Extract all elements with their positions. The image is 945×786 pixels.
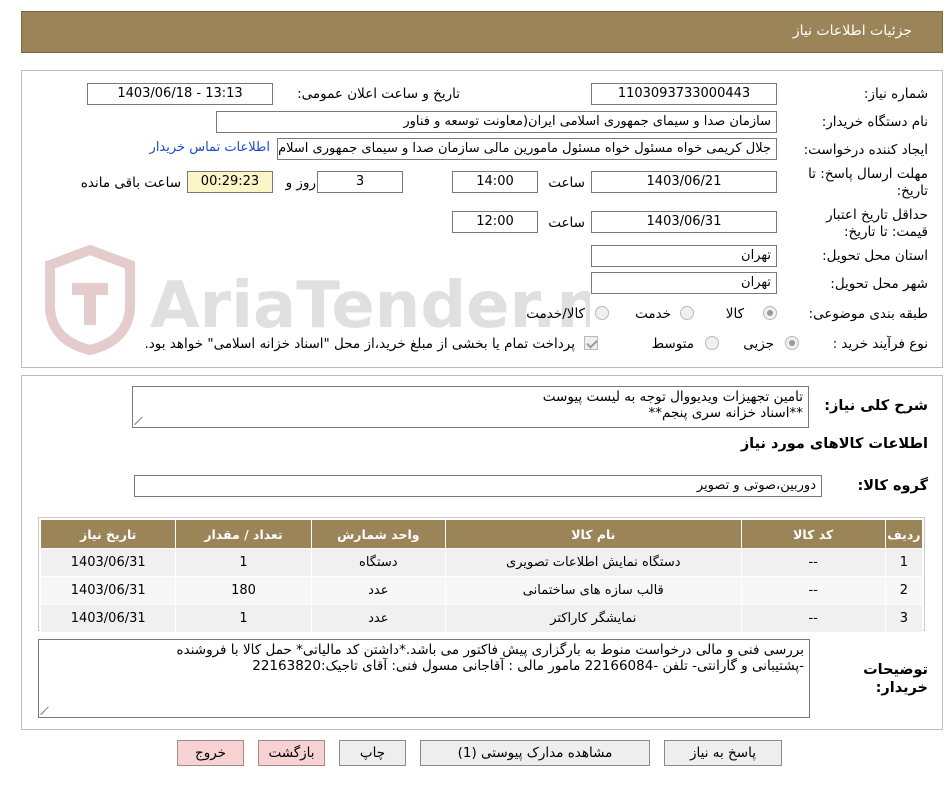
treasury-payment-note: پرداخت تمام یا بخشی از مبلغ خرید،از محل … [144, 336, 575, 352]
deadline-time-label: ساعت [548, 175, 585, 191]
table-row: 2 -- قالب سازه های ساختمانی عدد 180 1403… [39, 576, 924, 605]
validity-label-2: قیمت: تا تاریخ: [844, 224, 928, 240]
item-need-date: 1403/06/31 [39, 604, 177, 633]
buyer-notes-line-1: بررسی فنی و مالی درخواست منوط به بارگزار… [176, 642, 804, 658]
print-button[interactable]: چاپ [339, 740, 406, 766]
city-field: تهران [591, 272, 777, 294]
items-table-header: ردیف کد کالا نام کالا واحد شمارش تعداد /… [39, 519, 924, 549]
item-code: -- [740, 576, 886, 605]
announce-date-label: تاریخ و ساعت اعلان عمومی: [297, 86, 460, 102]
buyer-notes-line-2: -پشتیبانی و گارانتی- تلفن -22166084 مامو… [252, 658, 804, 674]
item-code: -- [740, 548, 886, 577]
purchase-option-small: جزیی [743, 336, 774, 352]
remaining-time-label: ساعت باقی مانده [80, 175, 181, 191]
summary-label: شرح کلی نیاز: [824, 398, 928, 414]
row-number: 3 [884, 604, 924, 633]
item-name: نمایشگر کاراکتر [444, 604, 742, 633]
city-label: شهر محل تحویل: [830, 276, 928, 292]
buyer-org-field: سازمان صدا و سیمای جمهوری اسلامی ایران(م… [216, 111, 777, 133]
col-quantity: تعداد / مقدار [175, 519, 312, 549]
deadline-time-field: 14:00 [452, 171, 538, 193]
buyer-contact-link[interactable]: اطلاعات تماس خریدار [150, 140, 270, 155]
province-label: استان محل تحویل: [822, 248, 928, 264]
deadline-label-1: مهلت ارسال پاسخ: تا [808, 166, 928, 182]
item-need-date: 1403/06/31 [39, 548, 177, 577]
resize-grip-icon[interactable] [41, 707, 49, 715]
validity-label-1: حداقل تاریخ اعتبار [826, 207, 928, 223]
category-label: طبقه بندی موضوعی: [808, 306, 928, 322]
deadline-days-field: 3 [317, 171, 403, 193]
buyer-notes-label-2: خریدار: [875, 680, 928, 696]
deadline-label-2: تاریخ: [896, 183, 928, 199]
row-number: 2 [884, 576, 924, 605]
category-radio-service[interactable] [680, 306, 694, 320]
items-table: ردیف کد کالا نام کالا واحد شمارش تعداد /… [39, 519, 924, 633]
validity-time-field: 12:00 [452, 211, 538, 233]
need-number-field: 1103093733000443 [591, 83, 777, 105]
goods-group-field: دوربین،صوتی و تصویر [134, 475, 822, 497]
page-header: جزئیات اطلاعات نیاز [21, 11, 943, 53]
need-number-label: شماره نیاز: [863, 86, 928, 102]
deadline-days-label: روز و [285, 175, 316, 191]
col-item-code: کد کالا [740, 519, 886, 549]
item-code: -- [740, 604, 886, 633]
deadline-date-field: 1403/06/21 [591, 171, 777, 193]
category-option-goods-service: کالا/خدمت [526, 306, 585, 322]
item-unit: عدد [310, 604, 446, 633]
row-number: 1 [884, 548, 924, 577]
remaining-time-field: 00:29:23 [187, 171, 273, 193]
resize-grip-icon[interactable] [135, 417, 143, 425]
back-button[interactable]: بازگشت [258, 740, 325, 766]
category-radio-goods-service[interactable] [595, 306, 609, 320]
item-unit: دستگاه [310, 548, 446, 577]
page-title: جزئیات اطلاعات نیاز [792, 23, 912, 39]
exit-button[interactable]: خروج [177, 740, 244, 766]
item-name: قالب سازه های ساختمانی [444, 576, 742, 605]
category-radio-goods[interactable] [763, 306, 777, 320]
goods-group-label: گروه کالا: [857, 478, 928, 494]
validity-date-field: 1403/06/31 [591, 211, 777, 233]
item-unit: عدد [310, 576, 446, 605]
view-attachments-button[interactable]: مشاهده مدارک پیوستی (1) [420, 740, 650, 766]
purchase-radio-small[interactable] [785, 336, 799, 350]
buyer-org-label: نام دستگاه خریدار: [821, 114, 928, 130]
col-item-name: نام کالا [444, 519, 742, 549]
table-row: 3 -- نمایشگر کاراکتر عدد 1 1403/06/31 [39, 604, 924, 633]
item-quantity: 180 [175, 576, 312, 605]
requester-label: ایجاد کننده درخواست: [803, 142, 928, 158]
summary-line-2: **اسناد خزانه سری پنجم** [648, 405, 803, 421]
col-row-number: ردیف [884, 519, 924, 549]
summary-line-1: تامین تجهیزات ویدیووال توجه به لیست پیوس… [542, 389, 803, 405]
reply-button[interactable]: پاسخ به نیاز [664, 740, 782, 766]
treasury-payment-checkbox[interactable] [584, 336, 598, 350]
category-option-goods: کالا [725, 306, 744, 322]
buyer-notes-textarea[interactable]: بررسی فنی و مالی درخواست منوط به بارگزار… [38, 639, 810, 718]
purchase-radio-medium[interactable] [705, 336, 719, 350]
validity-time-label: ساعت [548, 215, 585, 231]
item-quantity: 1 [175, 604, 312, 633]
announce-date-field: 1403/06/18 - 13:13 [87, 83, 273, 105]
buyer-notes-label-1: توضیحات [863, 662, 928, 678]
category-option-service: خدمت [635, 306, 671, 322]
item-quantity: 1 [175, 548, 312, 577]
goods-section-title: اطلاعات کالاهای مورد نیاز [740, 436, 928, 452]
province-field: تهران [591, 245, 777, 267]
table-row: 1 -- دستگاه نمایش اطلاعات تصویری دستگاه … [39, 548, 924, 577]
col-unit: واحد شمارش [310, 519, 446, 549]
purchase-type-label: نوع فرآیند خرید : [832, 336, 928, 352]
item-name: دستگاه نمایش اطلاعات تصویری [444, 548, 742, 577]
item-need-date: 1403/06/31 [39, 576, 177, 605]
requester-field: جلال کریمی خواه مسئول خواه مسئول مامورین… [277, 138, 777, 160]
summary-textarea[interactable]: تامین تجهیزات ویدیووال توجه به لیست پیوس… [132, 386, 809, 428]
col-need-date: تاریخ نیاز [39, 519, 177, 549]
purchase-option-medium: متوسط [651, 336, 694, 352]
